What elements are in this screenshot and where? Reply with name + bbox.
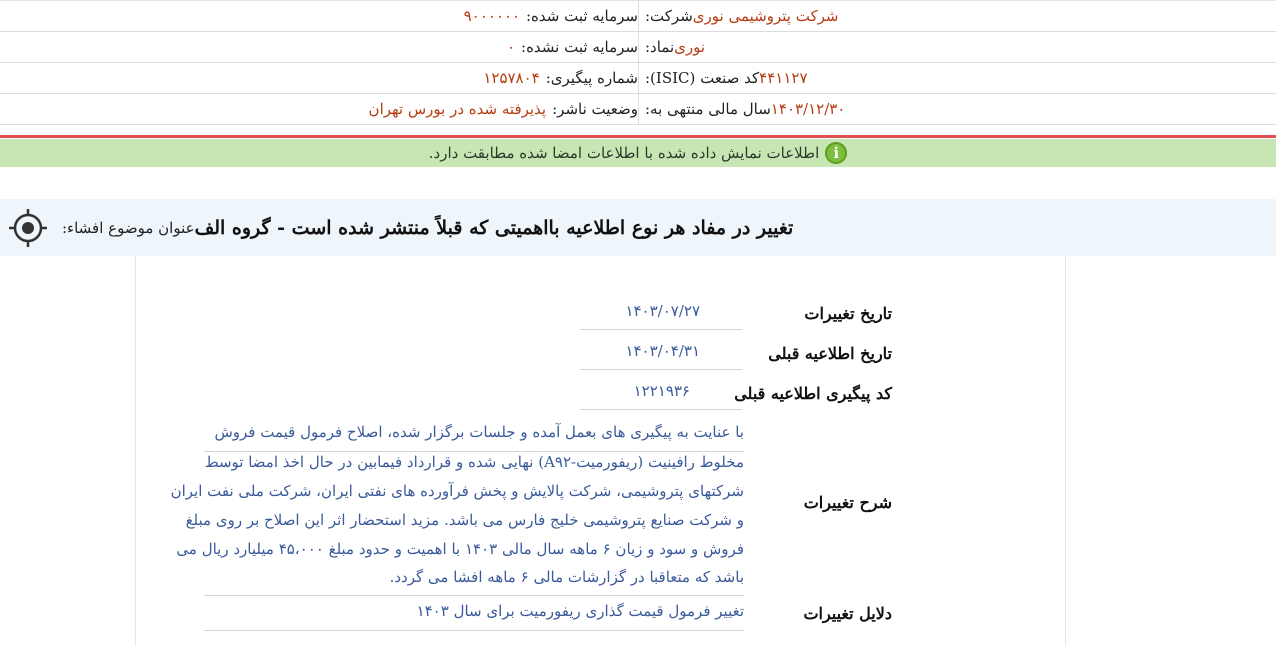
- prev-notice-date-underline: [580, 369, 742, 370]
- tracking-number-label: شماره پیگیری:: [545, 69, 638, 87]
- info-icon: i: [825, 142, 848, 164]
- reasons-underline: [204, 630, 744, 631]
- isic-cell: کد صنعت (ISIC): ۴۴۱۱۲۷: [638, 63, 1276, 93]
- company-value[interactable]: شرکت پتروشیمی نوری: [693, 7, 839, 25]
- prev-tracking-code-label: کد پیگیری اطلاعیه قبلی: [734, 384, 892, 403]
- title-label: عنوان موضوع افشاء:: [62, 218, 195, 237]
- registered-capital-cell: سرمایه ثبت شده: ۹۰۰۰۰۰۰: [0, 1, 638, 31]
- prev-tracking-code-underline: [580, 409, 742, 410]
- unregistered-capital-value: ۰: [506, 38, 516, 56]
- description-underline-1: [204, 451, 744, 452]
- fiscal-year-label: سال مالی منتهی به:: [645, 100, 771, 118]
- fiscal-year-value: ۱۴۰۳/۱۲/۳۰: [770, 100, 846, 118]
- prev-notice-date-label: تاریخ اطلاعیه قبلی: [768, 344, 892, 363]
- company-info-table: شرکت: شرکت پتروشیمی نوری سرمایه ثبت شده:…: [0, 0, 1276, 125]
- change-date-label: تاریخ تغییرات: [804, 304, 892, 323]
- publisher-status-value: پذیرفته شده در بورس تهران: [368, 100, 547, 118]
- description-line-2: مخلوط رافینیت (ریفورمیت-A۹۲) نهایی شده و…: [204, 453, 744, 471]
- company-cell: شرکت: شرکت پتروشیمی نوری: [638, 1, 1276, 31]
- symbol-cell: نماد: نوری: [638, 32, 1276, 62]
- publisher-status-cell: وضعیت ناشر: پذیرفته شده در بورس تهران: [0, 94, 638, 124]
- reasons-value: تغییر فرمول قیمت گذاری ریفورمیت برای سال…: [416, 602, 744, 620]
- publisher-status-label: وضعیت ناشر:: [552, 100, 638, 118]
- signature-notice-text: اطلاعات نمایش داده شده با اطلاعات امضا ش…: [428, 144, 820, 162]
- divider-line: [0, 135, 1276, 138]
- isic-value: ۴۴۱۱۲۷: [759, 69, 808, 87]
- tracking-number-cell: شماره پیگیری: ۱۲۵۷۸۰۴: [0, 63, 638, 93]
- description-line-4: و شرکت صنایع پتروشیمی خلیج فارس می باشد.…: [185, 511, 744, 529]
- fiscal-year-cell: سال مالی منتهی به: ۱۴۰۳/۱۲/۳۰: [638, 94, 1276, 124]
- description-label: شرح تغییرات: [803, 493, 892, 512]
- signature-notice-bar: i اطلاعات نمایش داده شده با اطلاعات امضا…: [0, 139, 1276, 167]
- prev-notice-date-value: ۱۴۰۳/۰۴/۳۱: [625, 342, 700, 360]
- disclosure-content: تاریخ تغییرات ۱۴۰۳/۰۷/۲۷ تاریخ اطلاعیه ق…: [135, 256, 1066, 646]
- disclosure-title-bar: عنوان موضوع افشاء: تغییر در مفاد هر نوع …: [0, 199, 1276, 256]
- unregistered-capital-cell: سرمایه ثبت نشده: ۰: [0, 32, 638, 62]
- page-title: تغییر در مفاد هر نوع اطلاعیه بااهمیتی که…: [194, 216, 794, 239]
- company-label: شرکت:: [645, 7, 693, 25]
- unregistered-capital-label: سرمایه ثبت نشده:: [521, 38, 638, 56]
- registered-capital-value: ۹۰۰۰۰۰۰: [463, 7, 520, 25]
- change-date-value: ۱۴۰۳/۰۷/۲۷: [625, 302, 700, 320]
- info-row-3: کد صنعت (ISIC): ۴۴۱۱۲۷ شماره پیگیری: ۱۲۵…: [0, 63, 1276, 94]
- description-line-5: فروش و سود و زیان ۶ ماهه سال مالی ۱۴۰۳ ب…: [176, 540, 744, 558]
- info-row-1: شرکت: شرکت پتروشیمی نوری سرمایه ثبت شده:…: [0, 1, 1276, 32]
- reasons-label: دلایل تغییرات: [803, 604, 892, 623]
- change-date-underline: [580, 329, 742, 330]
- prev-tracking-code-value: ۱۲۲۱۹۳۶: [633, 382, 690, 400]
- description-line-1: با عنایت به پیگیری های بعمل آمده و جلسات…: [214, 423, 744, 441]
- description-underline-2: [204, 595, 744, 596]
- info-row-2: نماد: نوری سرمایه ثبت نشده: ۰: [0, 32, 1276, 63]
- symbol-label: نماد:: [645, 38, 675, 56]
- info-row-4: سال مالی منتهی به: ۱۴۰۳/۱۲/۳۰ وضعیت ناشر…: [0, 94, 1276, 125]
- description-line-3: شرکتهای پتروشیمی، شرکت پالایش و پخش فرآو…: [170, 482, 744, 500]
- symbol-value[interactable]: نوری: [674, 38, 705, 56]
- description-line-6: باشد که متعاقبا در گزارشات مالی ۶ ماهه ا…: [389, 568, 744, 586]
- tracking-number-value: ۱۲۵۷۸۰۴: [483, 69, 540, 87]
- registered-capital-label: سرمایه ثبت شده:: [526, 7, 638, 25]
- isic-label: کد صنعت (ISIC):: [645, 69, 760, 87]
- target-icon: [9, 208, 47, 247]
